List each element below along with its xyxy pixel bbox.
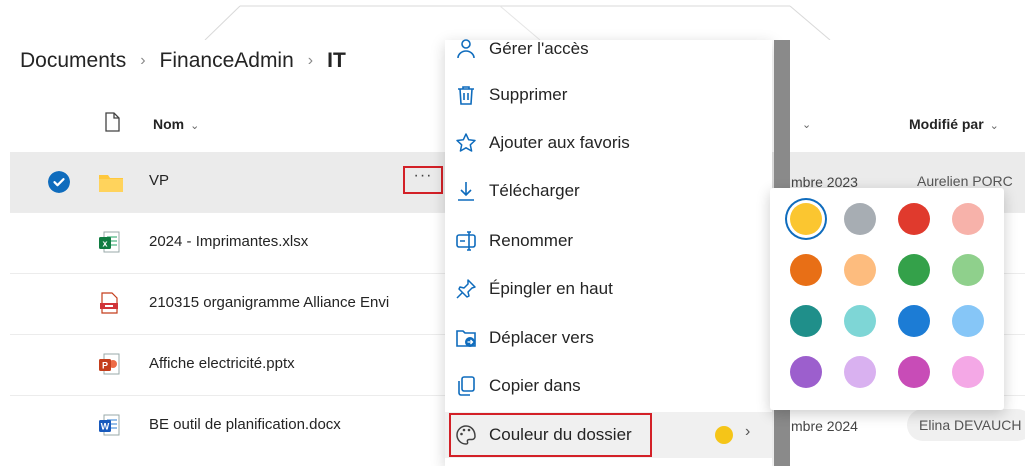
menu-item-label: Renommer xyxy=(489,231,574,250)
menu-item-rename[interactable]: Renommer xyxy=(445,218,772,264)
powerpoint-file-icon: P xyxy=(99,353,120,375)
modified-by: Aurelien PORC xyxy=(917,173,1013,189)
color-swatch[interactable] xyxy=(844,356,876,388)
svg-text:W: W xyxy=(101,422,110,432)
svg-text:P: P xyxy=(102,361,108,371)
color-swatch[interactable] xyxy=(790,356,822,388)
color-swatch[interactable] xyxy=(790,203,822,235)
color-swatch[interactable] xyxy=(898,305,930,337)
file-name[interactable]: Affiche electricité.pptx xyxy=(149,355,295,372)
color-swatch[interactable] xyxy=(898,254,930,286)
menu-item-delete[interactable]: Supprimer xyxy=(445,72,772,118)
color-swatch[interactable] xyxy=(844,203,876,235)
palette-icon xyxy=(456,425,476,445)
context-menu: Gérer l'accès Supprimer Ajouter aux favo… xyxy=(445,39,772,466)
color-swatch[interactable] xyxy=(790,254,822,286)
pin-icon xyxy=(456,279,476,299)
menu-item-label: Copier dans xyxy=(489,376,581,395)
chevron-right-icon: › xyxy=(745,423,751,440)
color-swatch[interactable] xyxy=(790,305,822,337)
selected-color-indicator xyxy=(715,426,733,444)
menu-item-move-to[interactable]: Déplacer vers xyxy=(445,315,772,361)
file-name[interactable]: 2024 - Imprimantes.xlsx xyxy=(149,233,308,250)
menu-item-label: Supprimer xyxy=(489,85,568,104)
trash-icon xyxy=(458,86,474,105)
menu-item-label: Déplacer vers xyxy=(489,328,594,347)
copy-icon xyxy=(458,376,475,396)
file-name[interactable]: VP xyxy=(149,172,169,189)
color-swatch[interactable] xyxy=(898,203,930,235)
menu-item-folder-color[interactable]: Couleur du dossier › xyxy=(445,412,772,458)
menu-item-label: Épingler en haut xyxy=(489,279,613,298)
color-swatch[interactable] xyxy=(844,254,876,286)
menu-item-download[interactable]: Télécharger xyxy=(445,168,772,214)
color-swatch[interactable] xyxy=(898,356,930,388)
color-swatch[interactable] xyxy=(952,254,984,286)
color-swatch[interactable] xyxy=(952,356,984,388)
color-swatch[interactable] xyxy=(844,305,876,337)
menu-item-label: Gérer l'accès xyxy=(489,39,589,58)
menu-item-manage-access[interactable]: Gérer l'accès xyxy=(445,26,772,72)
menu-item-label: Télécharger xyxy=(489,181,580,200)
download-icon xyxy=(458,182,474,201)
color-swatch[interactable] xyxy=(952,203,984,235)
checkmark-icon[interactable] xyxy=(48,171,70,193)
menu-item-label: Couleur du dossier xyxy=(489,425,632,444)
folder-color-palette xyxy=(770,188,1004,410)
word-file-icon: W xyxy=(99,414,120,436)
folder-icon xyxy=(99,175,123,192)
move-folder-icon xyxy=(456,330,476,347)
menu-item-copy-to[interactable]: Copier dans xyxy=(445,363,772,409)
color-swatch[interactable] xyxy=(952,305,984,337)
manage-access-icon xyxy=(457,39,475,59)
excel-file-icon: x xyxy=(99,231,120,253)
menu-item-add-favorites[interactable]: Ajouter aux favoris xyxy=(445,120,772,166)
file-name[interactable]: 210315 organigramme Alliance Envi xyxy=(149,294,389,311)
svg-text:x: x xyxy=(102,239,107,249)
rename-icon xyxy=(456,231,476,251)
modified-date: mbre 2024 xyxy=(791,418,858,434)
star-icon xyxy=(456,133,476,152)
modified-by: Elina DEVAUCH xyxy=(907,409,1025,441)
pdf-file-icon xyxy=(100,292,118,314)
menu-item-pin-top[interactable]: Épingler en haut xyxy=(445,266,772,312)
file-name[interactable]: BE outil de planification.docx xyxy=(149,416,341,433)
menu-item-label: Ajouter aux favoris xyxy=(489,133,630,152)
more-options-button[interactable]: ··· xyxy=(403,166,443,194)
